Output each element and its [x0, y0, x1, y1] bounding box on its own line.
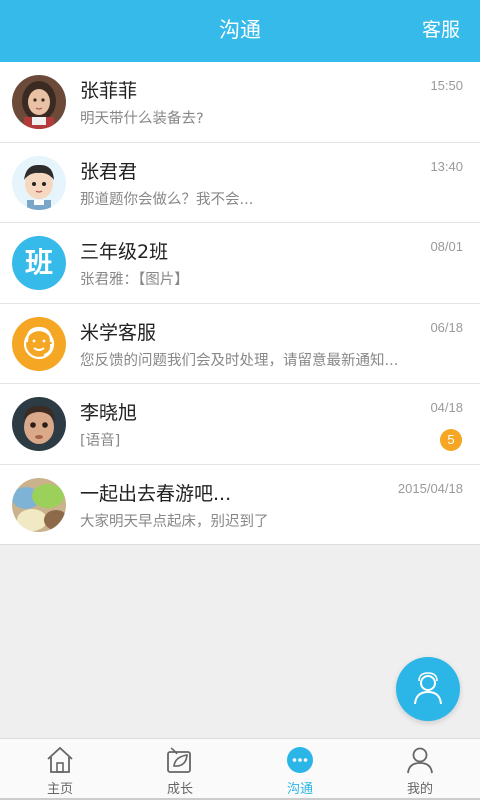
conversation-list: 张菲菲 明天带什么装备去? 15:50 张君君 那道题你会做么？我不会... 1… [0, 62, 480, 545]
message-preview: 张君雅：【图片】 [80, 272, 189, 288]
conversation-item[interactable]: 米学客服 您反馈的问题我们会及时处理，请留意最新通知... 06/18 [0, 304, 480, 384]
avatar [12, 155, 66, 210]
contact-name: 李晓旭 [80, 402, 138, 424]
conversation-item[interactable]: 一起出去春游吧... 大家明天早点起床，别迟到了 2015/04/18 [0, 465, 480, 545]
tab-growth[interactable]: 成长 [120, 739, 240, 800]
avatar: 班 [12, 236, 66, 290]
service-agent-icon [12, 316, 66, 371]
message-time: 06/18 [430, 319, 463, 335]
message-preview: 那道题你会做么？我不会... [80, 191, 254, 208]
message-preview: 明天带什么装备去? [80, 111, 204, 127]
message-preview: 您反馈的问题我们会及时处理，请留意最新通知... [80, 352, 399, 369]
tab-label: 沟通 [286, 782, 313, 797]
tab-label: 主页 [46, 782, 73, 797]
message-time: 2015/04/18 [397, 480, 463, 496]
child-avatar-icon [12, 397, 66, 451]
tab-label: 我的 [406, 782, 433, 797]
conversation-item[interactable]: 张菲菲 明天带什么装备去? 15:50 [0, 62, 480, 143]
top-bar: 沟通 客服 [0, 0, 480, 62]
message-preview: [语音] [80, 433, 121, 449]
contact-name: 张君君 [80, 160, 138, 183]
tab-home[interactable]: 主页 [0, 739, 120, 800]
page-title: 沟通 [219, 18, 261, 42]
avatar [12, 397, 66, 451]
home-icon [47, 746, 73, 773]
girl-avatar-icon [12, 75, 66, 129]
macaron-avatar-icon [12, 477, 66, 532]
message-preview: 大家明天早点起床，别迟到了 [80, 513, 269, 530]
conversation-item[interactable]: 张君君 那道题你会做么？我不会... 13:40 [0, 143, 480, 223]
contacts-icon [414, 672, 442, 705]
tab-profile[interactable]: 我的 [360, 739, 480, 800]
message-time: 15:50 [430, 78, 463, 93]
customer-service-button[interactable]: 客服 [422, 0, 460, 62]
contacts-fab-button[interactable] [396, 657, 460, 721]
chat-icon [287, 747, 313, 773]
bottom-tab-bar: 主页 成长 沟通 我的 [0, 738, 480, 800]
avatar [12, 75, 66, 129]
leaf-icon [167, 747, 191, 773]
avatar [12, 316, 66, 371]
message-time: 04/18 [430, 400, 463, 415]
person-icon [407, 747, 433, 774]
boy-avatar-icon [12, 155, 66, 210]
contact-name: 米学客服 [80, 321, 157, 344]
message-time: 13:40 [430, 158, 463, 174]
conversation-item[interactable]: 李晓旭 [语音] 04/18 5 [0, 384, 480, 465]
tab-communicate[interactable]: 沟通 [240, 739, 360, 800]
unread-badge: 5 [440, 429, 462, 451]
conversation-item[interactable]: 班 三年级2班 张君雅：【图片】 08/01 [0, 223, 480, 304]
contact-name: 一起出去春游吧... [80, 482, 232, 505]
avatar [12, 477, 66, 532]
message-time: 08/01 [430, 239, 463, 254]
contact-name: 张菲菲 [80, 80, 138, 102]
tab-label: 成长 [166, 782, 193, 797]
contact-name: 三年级2班 [80, 241, 169, 263]
class-avatar-text: 班 [24, 246, 53, 279]
